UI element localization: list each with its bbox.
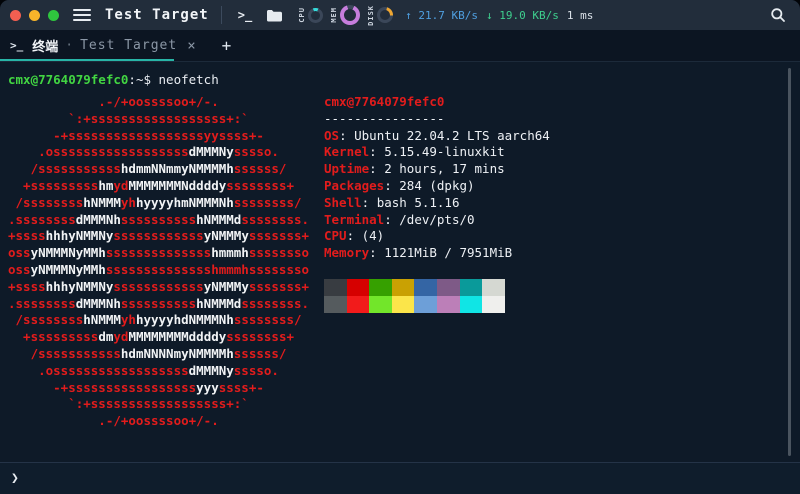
close-window-button[interactable] xyxy=(10,9,21,21)
toolbar-divider xyxy=(220,6,222,24)
mem-gauge-label: MEM xyxy=(330,7,339,23)
neofetch-ascii-logo: .-/+oossssoo+/-. `:+ssssssssssssssssss+:… xyxy=(8,94,310,429)
tab-bar: >_ 终端 · Test Target × + xyxy=(0,30,800,62)
minimize-window-button[interactable] xyxy=(29,9,40,21)
maximize-window-button[interactable] xyxy=(48,9,59,21)
expand-chevron-icon[interactable]: ❯ xyxy=(11,471,19,486)
title-bar: Test Target >_ CPU MEM DISK ↑ 21.7 KB/s … xyxy=(0,0,800,30)
terminal-icon[interactable]: >_ xyxy=(232,8,258,22)
tab-separator-dot: · xyxy=(65,38,74,53)
mem-gauge: MEM xyxy=(330,5,361,25)
scrollbar-thumb[interactable] xyxy=(788,68,791,456)
tab-close-icon[interactable]: × xyxy=(187,38,195,54)
latency-stat: 1 ms xyxy=(566,8,594,22)
prompt-path: :~$ xyxy=(128,72,151,87)
network-upload-stat: ↑ 21.7 KB/s xyxy=(405,8,479,22)
tab-title: Test Target xyxy=(80,38,178,53)
prompt-icon: >_ xyxy=(10,39,24,52)
network-download-stat: ↓ 19.0 KB/s xyxy=(486,8,559,22)
terminal-output-area[interactable]: cmx@7764079fefc0:~$ neofetch .-/+oosssso… xyxy=(0,62,800,462)
tab-terminal-test-target[interactable]: >_ 终端 · Test Target × xyxy=(0,30,206,61)
bottom-command-bar: ❯ xyxy=(0,462,800,494)
disk-gauge: DISK xyxy=(367,4,394,26)
cpu-gauge-label: CPU xyxy=(298,7,307,23)
tab-group-label: 终端 xyxy=(32,40,59,55)
prompt-user-host: cmx@7764079fefc0 xyxy=(8,72,129,87)
window-title: Test Target xyxy=(105,7,209,23)
terminal-color-palette xyxy=(324,279,505,313)
prompt-command: neofetch xyxy=(158,72,219,87)
mem-gauge-ring xyxy=(340,5,361,25)
cpu-gauge: CPU xyxy=(298,7,324,23)
terminal-window: Test Target >_ CPU MEM DISK ↑ 21.7 KB/s … xyxy=(0,0,800,494)
disk-gauge-ring xyxy=(377,6,394,23)
menu-icon[interactable] xyxy=(73,9,91,21)
neofetch-system-info: cmx@7764079fefc0 ---------------- OS: Ubun… xyxy=(324,94,550,261)
cpu-gauge-ring xyxy=(308,7,324,23)
shell-prompt-line: cmx@7764079fefc0:~$ neofetch xyxy=(8,72,219,89)
search-icon[interactable] xyxy=(770,7,786,23)
new-tab-button[interactable]: + xyxy=(222,36,232,55)
active-tab-indicator xyxy=(0,59,174,61)
folder-icon[interactable] xyxy=(266,9,283,22)
traffic-lights xyxy=(10,9,59,21)
disk-gauge-label: DISK xyxy=(367,4,376,26)
